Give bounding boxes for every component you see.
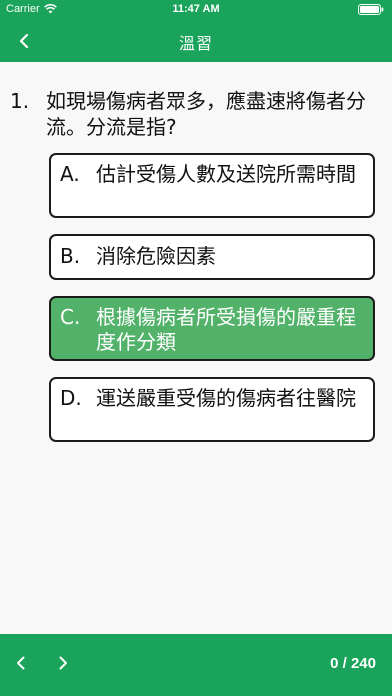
app-screen: Carrier 11:47 AM 溫習 1. 如現場傷病者眾多，應盡速將傷者分流… (0, 0, 392, 696)
option-b[interactable]: B. 消除危險因素 (49, 234, 375, 280)
option-d[interactable]: D. 運送嚴重受傷的傷病者往醫院 (49, 377, 375, 442)
option-text: 運送嚴重受傷的傷病者往醫院 (96, 386, 356, 410)
status-time: 11:47 AM (172, 3, 220, 15)
chevron-left-icon (17, 656, 25, 670)
page-title: 溫習 (178, 34, 213, 53)
top-header: Carrier 11:47 AM 溫習 (0, 0, 392, 62)
status-bar: Carrier 11:47 AM (0, 0, 392, 20)
option-letter: C. (60, 305, 81, 329)
option-text: 消除危險因素 (96, 244, 216, 268)
option-text: 根據傷病者所受損傷的嚴重程度作分類 (96, 305, 356, 354)
option-a[interactable]: A. 估計受傷人數及送院所需時間 (49, 153, 375, 218)
next-button[interactable] (50, 650, 76, 676)
bottom-bar: 0 / 240 (0, 634, 392, 696)
progress-counter: 0 / 240 (330, 655, 376, 672)
battery-icon (358, 4, 384, 15)
option-letter: B. (60, 244, 81, 268)
nav-bar: 溫習 (0, 20, 392, 62)
option-letter: A. (60, 162, 80, 186)
option-text: 估計受傷人數及送院所需時間 (96, 162, 356, 186)
question-text: 如現場傷病者眾多，應盡速將傷者分流。分流是指? (46, 89, 366, 139)
question: 1. 如現場傷病者眾多，應盡速將傷者分流。分流是指? (10, 88, 382, 140)
previous-button[interactable] (8, 650, 34, 676)
question-number: 1. (10, 89, 30, 113)
option-letter: D. (60, 386, 82, 410)
option-c-selected[interactable]: C. 根據傷病者所受損傷的嚴重程度作分類 (49, 296, 375, 361)
chevron-right-icon (59, 656, 67, 670)
